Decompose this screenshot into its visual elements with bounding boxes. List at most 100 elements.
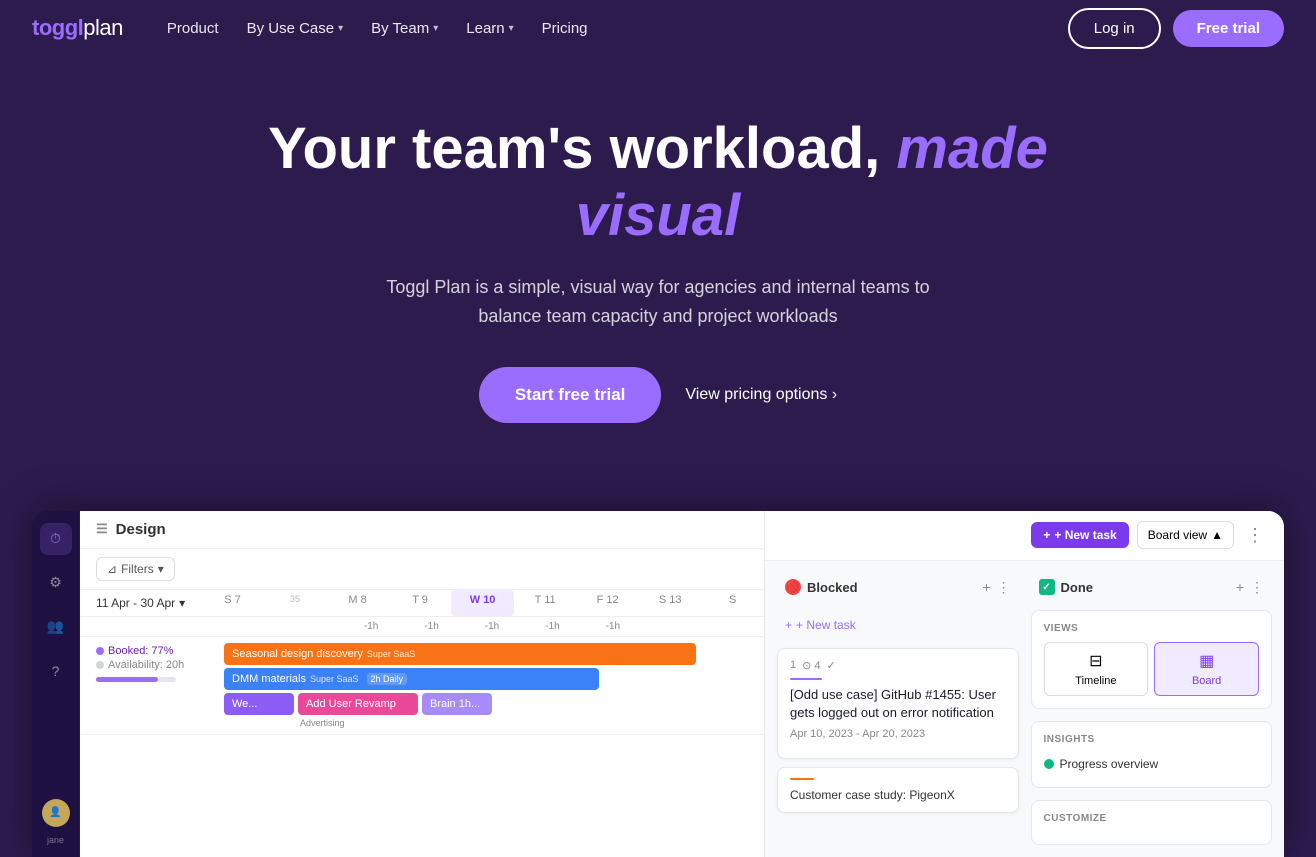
sidebar-gear-icon[interactable]: ⚙	[40, 567, 72, 599]
task-bar-we[interactable]: We...	[224, 693, 294, 715]
panel-title: Design	[116, 521, 166, 538]
task-label: Brain 1h...	[430, 698, 480, 710]
sidebar-clock-icon[interactable]: ⏱	[40, 523, 72, 555]
progress-dot-icon	[1044, 759, 1054, 769]
minus-5: -1h	[462, 617, 522, 636]
timeline-icon: ⊟	[1089, 651, 1102, 671]
task-color-bar	[790, 678, 822, 680]
board-view-button[interactable]: Board view ▲	[1137, 521, 1234, 549]
blocked-col-title: 🚫 Blocked	[785, 579, 858, 595]
person-row: Booked: 77% Availability: 20h Seasonal d…	[80, 637, 764, 735]
task-label: Add User Revamp	[306, 698, 396, 710]
date-col-s-end: S	[701, 590, 764, 616]
task-sub: Super SaaS	[310, 674, 359, 684]
app-preview-container: ⏱ ⚙ 👥 ? 👤 jane ☰ Design ⊿ Filters	[0, 511, 1316, 857]
panel-header: ☰ Design	[80, 511, 764, 549]
task-badge: 2h Daily	[367, 673, 408, 685]
nav-learn[interactable]: Learn ▾	[454, 12, 525, 45]
progress-overview-button[interactable]: Progress overview	[1044, 753, 1260, 775]
chevron-down-icon: ▾	[509, 23, 514, 34]
board-icon: ▦	[1199, 651, 1214, 671]
start-trial-button[interactable]: Start free trial	[479, 367, 662, 423]
done-col-actions: + ⋮	[1236, 579, 1264, 596]
view-pricing-button[interactable]: View pricing options ›	[685, 386, 837, 404]
minus-4: -1h	[401, 617, 461, 636]
more-options-icon[interactable]: ⋮	[1242, 521, 1268, 550]
customer-case-title: Customer case study: PigeonX	[790, 788, 1006, 802]
board-columns: 🚫 Blocked + ⋮ + + New task	[765, 561, 1284, 857]
bottom-tasks-row: We... Add User Revamp Brain 1h...	[224, 693, 760, 715]
blocked-column: 🚫 Blocked + ⋮ + + New task	[777, 573, 1019, 845]
app-preview: ⏱ ⚙ 👥 ? 👤 jane ☰ Design ⊿ Filters	[32, 511, 1284, 857]
filter-icon: ⊿	[107, 562, 117, 576]
task-title: [Odd use case] GitHub #1455: User gets l…	[790, 686, 1006, 722]
hamburger-icon: ☰	[96, 521, 108, 537]
date-columns: S 7 35 M 8 T 9 W 10 T 11 F 12 S 13 S	[201, 590, 764, 616]
booking-percentage: Booked: 77%	[96, 645, 204, 657]
minus-9	[704, 617, 764, 636]
minus-3: -1h	[341, 617, 401, 636]
new-task-inline[interactable]: + + New task	[777, 610, 1019, 640]
nav-by-team[interactable]: By Team ▾	[359, 12, 450, 45]
minus-8	[643, 617, 703, 636]
booking-dot-icon	[96, 647, 104, 655]
add-task-icon[interactable]: +	[982, 579, 990, 595]
board-header: + + New task Board view ▲ ⋮	[765, 511, 1284, 561]
date-range-button[interactable]: 11 Apr - 30 Apr ▾	[80, 590, 201, 616]
task-label: We...	[232, 698, 257, 710]
done-col-title: ✓ Done	[1039, 579, 1094, 595]
task-bar-dmm[interactable]: DMM materials Super SaaS 2h Daily	[224, 668, 599, 690]
board-view-toggle-button[interactable]: ▦ Board	[1154, 642, 1259, 696]
logo-toggl: toggl	[32, 15, 83, 41]
add-done-icon[interactable]: +	[1236, 579, 1244, 595]
done-icon: ✓	[1039, 579, 1055, 595]
task-card-header: 1 ⊙ 4 ✓	[790, 659, 1006, 672]
insights-label: INSIGHTS	[1044, 734, 1260, 745]
more-done-icon[interactable]: ⋮	[1250, 579, 1264, 596]
blocked-col-header: 🚫 Blocked + ⋮	[777, 573, 1019, 602]
customer-case-card[interactable]: Customer case study: PigeonX	[777, 767, 1019, 813]
blocked-col-actions: + ⋮	[982, 579, 1010, 596]
hero-title-main: Your team's workload,	[268, 116, 880, 181]
filter-bar: ⊿ Filters ▾	[80, 549, 764, 590]
customize-label: CUSTOMIZE	[1044, 813, 1260, 824]
sidebar-help-icon[interactable]: ?	[40, 655, 72, 687]
task-label: DMM materials	[232, 673, 306, 685]
timeline-view-button[interactable]: ⊟ Timeline	[1044, 642, 1149, 696]
date-col-m8: M 8	[326, 590, 389, 616]
minus-2	[280, 617, 340, 636]
date-col-f12: F 12	[576, 590, 639, 616]
advertising-label: Advertising	[224, 718, 760, 728]
logo[interactable]: toggl plan	[32, 15, 123, 41]
new-task-button[interactable]: + + New task	[1031, 522, 1128, 548]
sidebar-people-icon[interactable]: 👥	[40, 611, 72, 643]
task-bar-add-user[interactable]: Add User Revamp	[298, 693, 418, 715]
dmm-row: DMM materials Super SaaS 2h Daily	[224, 668, 760, 690]
views-section: VIEWS ⊟ Timeline ▦ Board	[1031, 610, 1273, 709]
task-bar-seasonal[interactable]: Seasonal design discovery Super SaaS	[224, 643, 696, 665]
nav-product[interactable]: Product	[155, 12, 231, 45]
availability: Availability: 20h	[96, 659, 204, 671]
navbar-left: toggl plan Product By Use Case ▾ By Team…	[32, 12, 600, 45]
nav-by-use-case[interactable]: By Use Case ▾	[235, 12, 356, 45]
hero-title: Your team's workload, made visual	[228, 116, 1088, 249]
free-trial-button[interactable]: Free trial	[1173, 10, 1284, 47]
login-button[interactable]: Log in	[1068, 8, 1161, 49]
date-col-t11: T 11	[514, 590, 577, 616]
task-meta: 1	[790, 659, 796, 671]
minus-6: -1h	[522, 617, 582, 636]
task-bar-brain[interactable]: Brain 1h...	[422, 693, 492, 715]
task-card[interactable]: 1 ⊙ 4 ✓ [Odd use case] GitHub #1455: Use…	[777, 648, 1019, 759]
view-buttons: ⊟ Timeline ▦ Board	[1044, 642, 1260, 696]
more-col-icon[interactable]: ⋮	[997, 579, 1011, 596]
task-meta-eye: ⊙ 4	[802, 659, 820, 672]
task-date: Apr 10, 2023 - Apr 20, 2023	[790, 728, 1006, 740]
insights-section: INSIGHTS Progress overview	[1031, 721, 1273, 788]
nav-links: Product By Use Case ▾ By Team ▾ Learn ▾ …	[155, 12, 600, 45]
filter-button[interactable]: ⊿ Filters ▾	[96, 557, 175, 581]
nav-pricing[interactable]: Pricing	[530, 12, 600, 45]
blocked-icon: 🚫	[785, 579, 801, 595]
views-label: VIEWS	[1044, 623, 1260, 634]
date-col-35: 35	[264, 590, 327, 616]
chevron-down-icon: ▾	[338, 23, 343, 34]
